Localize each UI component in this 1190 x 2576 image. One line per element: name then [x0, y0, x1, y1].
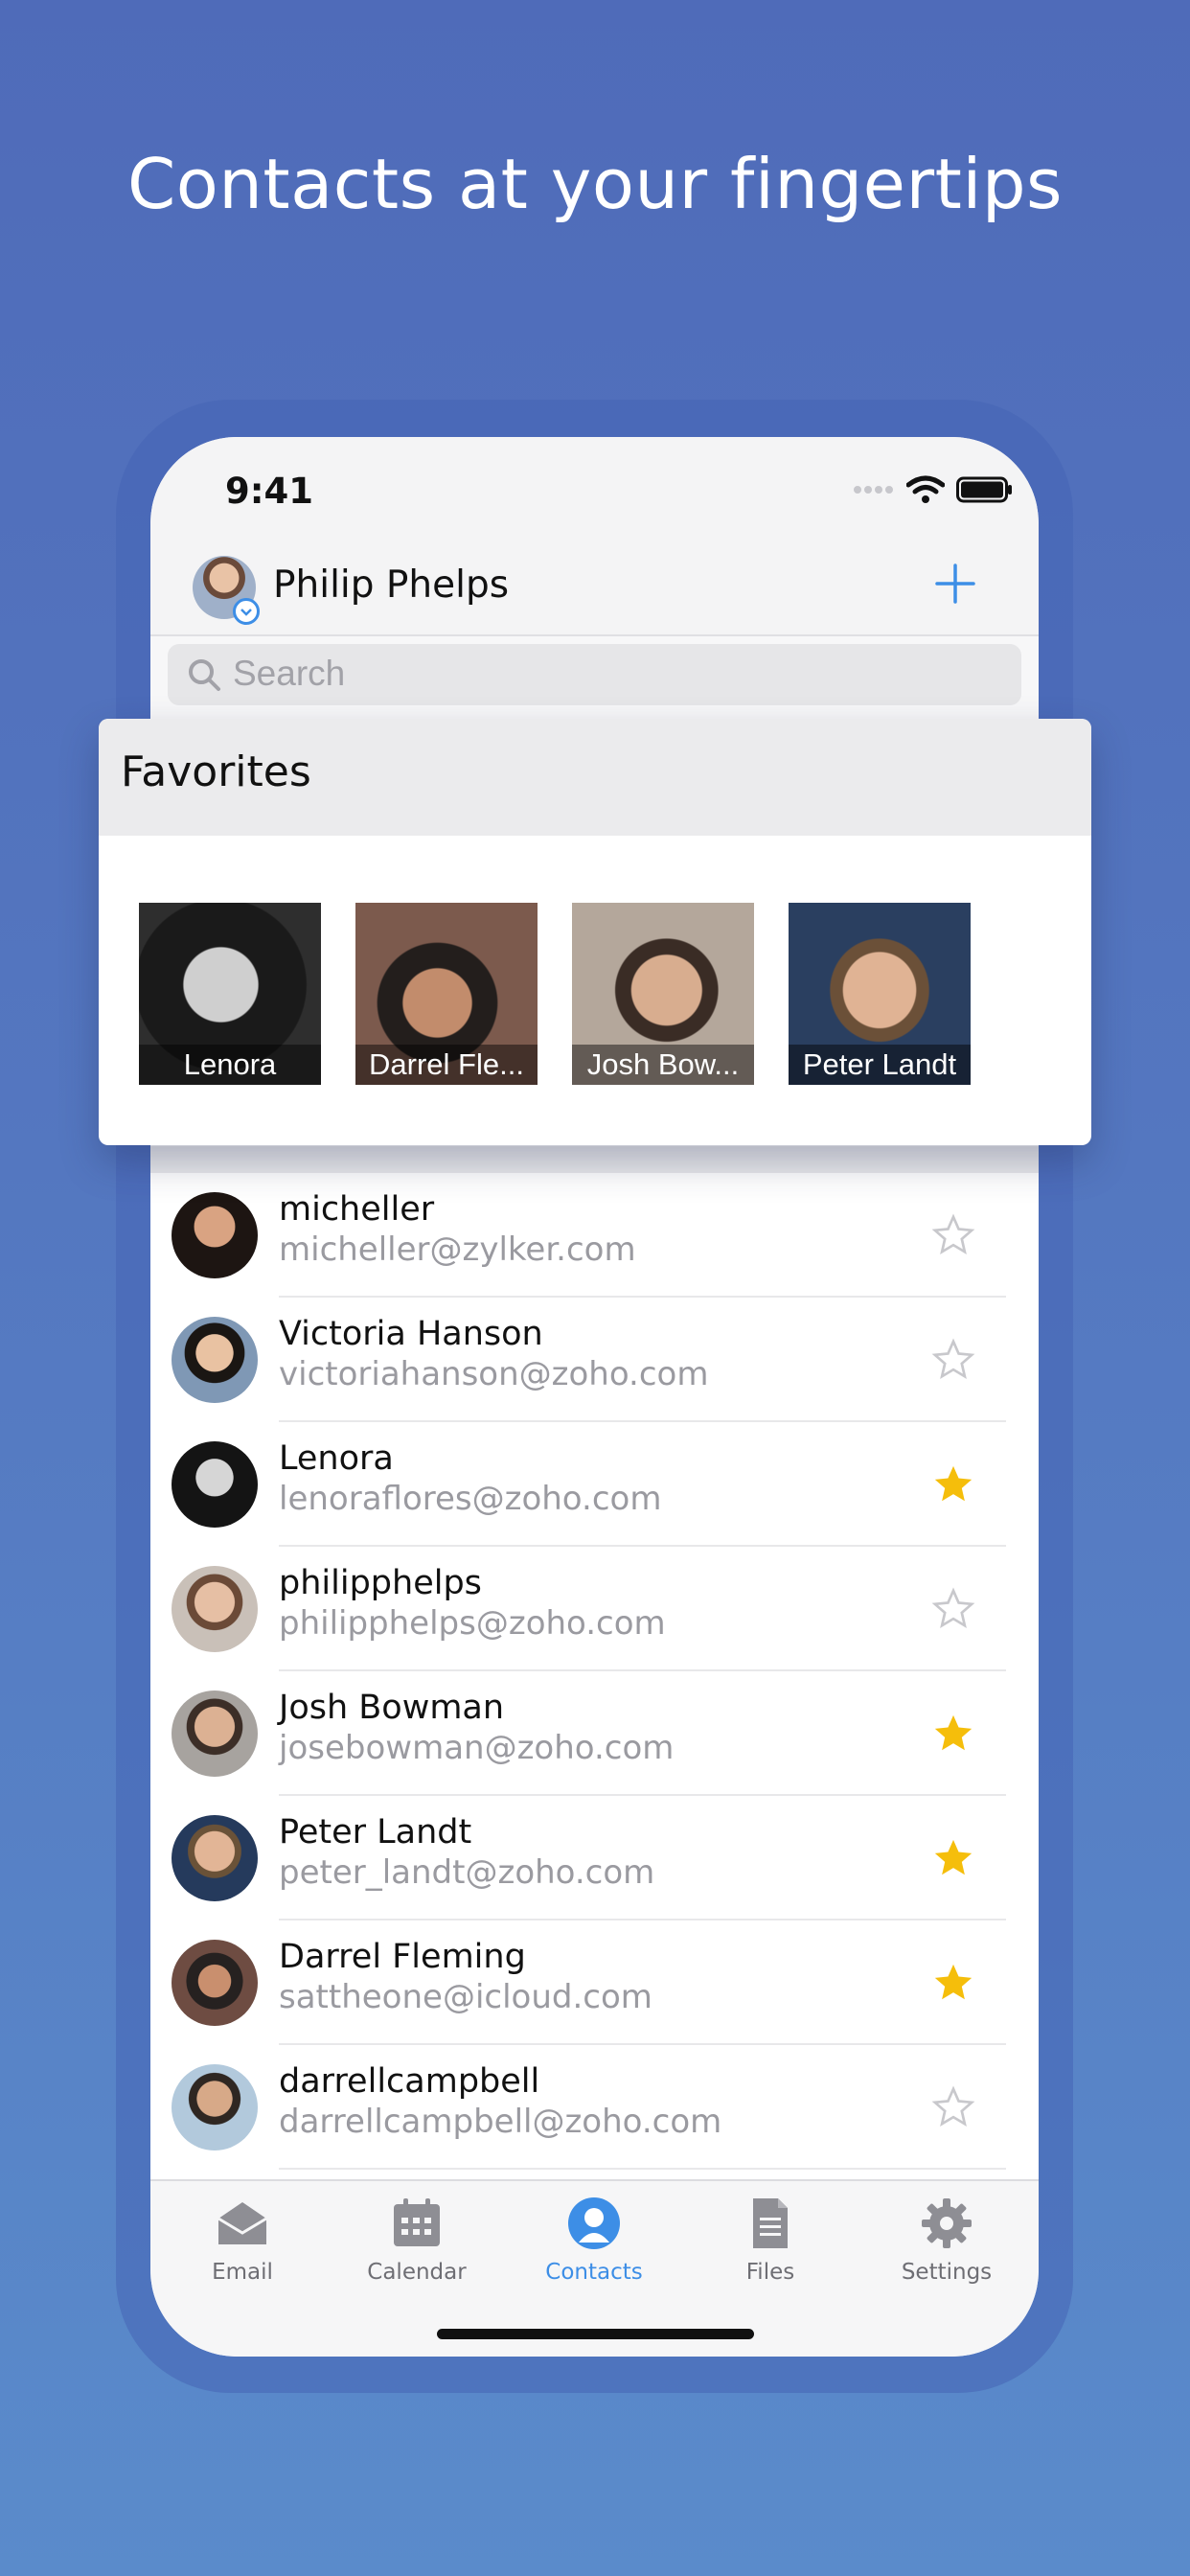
tab-calendar[interactable]: Calendar: [345, 2195, 489, 2285]
person-icon: [568, 2197, 620, 2249]
contact-avatar: [172, 1566, 258, 1652]
favorite-name: Darrel Fle...: [355, 1045, 538, 1085]
header-bar: Philip Phelps: [150, 542, 1039, 636]
star-filled-icon[interactable]: [931, 1462, 975, 1506]
contact-email: victoriahanson@zoho.com: [279, 1355, 709, 1393]
search-input[interactable]: Search: [168, 644, 1021, 705]
contact-name: Victoria Hanson: [279, 1315, 543, 1353]
wifi-icon: [906, 475, 945, 503]
row-divider: [279, 2168, 1006, 2170]
promo-headline: Contacts at your fingertips: [126, 144, 1064, 224]
contact-avatar: [172, 1815, 258, 1901]
contact-row[interactable]: Victoria Hanson victoriahanson@zoho.com: [150, 1298, 1039, 1422]
favorite-tile[interactable]: Josh Bow...: [572, 903, 754, 1085]
contact-avatar: [172, 1317, 258, 1403]
contact-name: darrellcampbell: [279, 2062, 540, 2101]
envelope-icon: [217, 2202, 267, 2244]
favorite-name: Lenora: [139, 1045, 321, 1085]
contact-email: josebowman@zoho.com: [279, 1729, 675, 1767]
star-outline-icon[interactable]: [931, 2085, 975, 2129]
tab-contacts[interactable]: Contacts: [522, 2195, 666, 2285]
contact-avatar: [172, 1690, 258, 1777]
contact-email: philipphelps@zoho.com: [279, 1604, 666, 1643]
contact-name: Darrel Fleming: [279, 1938, 526, 1976]
tab-email-label: Email: [212, 2260, 273, 2285]
star-outline-icon[interactable]: [931, 1587, 975, 1631]
contact-row[interactable]: philipphelps philipphelps@zoho.com: [150, 1547, 1039, 1671]
favorites-panel: Favorites Lenora Darrel Fle... Josh Bow.…: [99, 719, 1091, 1145]
contact-avatar: [172, 1441, 258, 1528]
favorite-name: Peter Landt: [789, 1045, 971, 1085]
tab-files-label: Files: [745, 2260, 795, 2285]
contact-name: micheller: [279, 1190, 435, 1229]
contact-email: lenoraflores@zoho.com: [279, 1480, 662, 1518]
tab-settings[interactable]: Settings: [875, 2195, 1018, 2285]
star-filled-icon[interactable]: [931, 1961, 975, 2005]
contact-email: sattheone@icloud.com: [279, 1978, 652, 2016]
home-indicator: [437, 2329, 754, 2339]
search-icon: [189, 659, 220, 691]
star-outline-icon[interactable]: [931, 1213, 975, 1257]
contact-name: philipphelps: [279, 1564, 482, 1602]
signal-icon: [854, 486, 893, 494]
tab-settings-label: Settings: [901, 2260, 993, 2285]
list-section-header: [150, 1146, 1039, 1173]
contact-email: micheller@zylker.com: [279, 1230, 636, 1269]
status-bar: 9:41: [150, 437, 1039, 542]
favorite-tile[interactable]: Lenora: [139, 903, 321, 1085]
add-contact-button[interactable]: [933, 562, 977, 606]
tab-calendar-label: Calendar: [367, 2260, 467, 2285]
account-name[interactable]: Philip Phelps: [273, 564, 509, 607]
contact-email: darrellcampbell@zoho.com: [279, 2103, 722, 2141]
contact-row[interactable]: Peter Landt peter_landt@zoho.com: [150, 1796, 1039, 1920]
document-icon: [753, 2198, 788, 2248]
account-switch-icon[interactable]: [233, 598, 260, 625]
contact-row[interactable]: micheller micheller@zylker.com: [150, 1173, 1039, 1298]
tab-bar: Email Calendar Contacts Files Settings: [150, 2179, 1039, 2357]
gear-icon: [922, 2198, 972, 2248]
favorite-tile[interactable]: Peter Landt: [789, 903, 971, 1085]
status-icons: [853, 475, 1014, 504]
contact-list: micheller micheller@zylker.com Victoria …: [150, 1173, 1039, 2170]
status-time: 9:41: [225, 471, 314, 512]
tab-files[interactable]: Files: [698, 2195, 842, 2285]
contact-email: peter_landt@zoho.com: [279, 1853, 655, 1892]
contact-name: Peter Landt: [279, 1813, 472, 1852]
contact-avatar: [172, 2064, 258, 2150]
tab-contacts-label: Contacts: [545, 2260, 643, 2285]
contact-avatar: [172, 1192, 258, 1278]
search-placeholder: Search: [233, 654, 346, 693]
contact-row[interactable]: Lenora lenoraflores@zoho.com: [150, 1422, 1039, 1547]
contact-row[interactable]: darrellcampbell darrellcampbell@zoho.com: [150, 2045, 1039, 2170]
tab-email[interactable]: Email: [171, 2195, 314, 2285]
star-filled-icon[interactable]: [931, 1712, 975, 1756]
contact-avatar: [172, 1940, 258, 2026]
calendar-icon: [394, 2198, 440, 2246]
contact-name: Lenora: [279, 1439, 394, 1478]
search-area: Search: [150, 636, 1039, 732]
battery-icon: [956, 476, 1012, 503]
favorites-header: Favorites: [99, 719, 1091, 836]
favorite-name: Josh Bow...: [572, 1045, 754, 1085]
favorite-tile[interactable]: Darrel Fle...: [355, 903, 538, 1085]
contact-name: Josh Bowman: [279, 1689, 505, 1727]
favorites-title: Favorites: [121, 748, 311, 796]
star-filled-icon[interactable]: [931, 1836, 975, 1880]
contact-row[interactable]: Josh Bowman josebowman@zoho.com: [150, 1671, 1039, 1796]
contact-row[interactable]: Darrel Fleming sattheone@icloud.com: [150, 1920, 1039, 2045]
star-outline-icon[interactable]: [931, 1338, 975, 1382]
